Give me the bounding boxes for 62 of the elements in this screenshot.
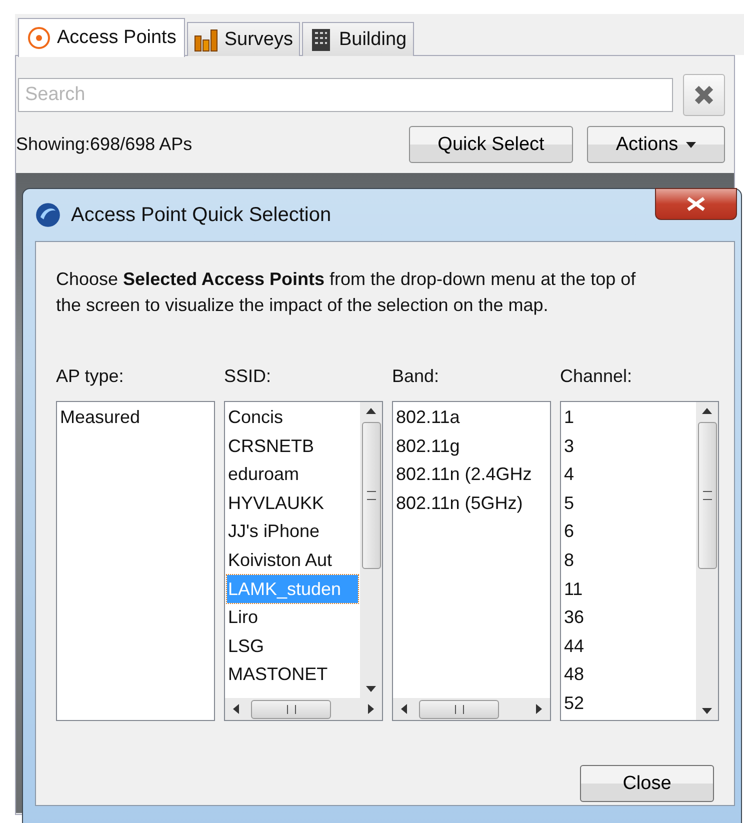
list-label: Channel:	[560, 366, 634, 387]
list-box[interactable]: 802.11a 802.11g 802.11n (2.4GHz 802.11n (5GHz)	[392, 401, 551, 721]
list-item[interactable]: 8	[563, 546, 694, 575]
list-item[interactable]: HYVLAUKK	[227, 488, 358, 518]
close-icon	[687, 197, 705, 211]
tab[interactable]: Building	[302, 22, 414, 56]
list-item[interactable]: JJ's iPhone	[227, 517, 358, 546]
list-box[interactable]: Concis CRSNETB eduroam HYVLAUKK JJ's iPhone Koiviston Aut LAMK_studen Liro LSG MASTONET	[224, 401, 383, 721]
list-label: Band:	[392, 366, 440, 387]
search-field[interactable]: Search	[18, 78, 673, 112]
arrow-up-icon[interactable]	[366, 408, 376, 414]
list-box[interactable]: Measured	[56, 401, 215, 721]
arrow-up-icon[interactable]	[702, 408, 712, 414]
list-item[interactable]: Koiviston Aut	[227, 546, 358, 575]
target-icon	[27, 26, 51, 50]
list-label: SSID:	[224, 366, 272, 387]
list-item[interactable]: 802.11n (5GHz)	[395, 488, 548, 518]
list-item[interactable]: 48	[563, 660, 694, 689]
list-item[interactable]: 4	[563, 460, 694, 489]
list-item[interactable]: Measured	[59, 403, 212, 432]
close-button[interactable]	[655, 188, 737, 220]
list-item[interactable]: 5	[563, 488, 694, 518]
scrollbar[interactable]	[225, 698, 382, 720]
list-item[interactable]: 1	[563, 403, 694, 432]
scrollbar[interactable]	[360, 402, 382, 698]
clear-button[interactable]	[683, 74, 725, 116]
list-item[interactable]: 802.11n (2.4GHz	[395, 460, 548, 489]
scrollbar[interactable]	[696, 402, 718, 720]
list-box[interactable]: 1 3 4 5 6 8 11 36 44 48 52	[560, 401, 719, 721]
arrow-down-icon[interactable]	[702, 708, 712, 714]
caret-icon	[686, 142, 696, 148]
status-text: Showing:698/698 APs	[16, 134, 194, 155]
arrow-left-icon[interactable]	[401, 704, 407, 714]
arrow-left-icon[interactable]	[233, 704, 239, 714]
list-item[interactable]: LSG	[227, 632, 358, 660]
list-item[interactable]: 44	[563, 632, 694, 660]
window-title: Access Point Quick Selection	[71, 204, 332, 226]
tab[interactable]: Access Points	[18, 18, 186, 57]
list-item[interactable]: 802.11g	[395, 432, 548, 460]
close-button[interactable]: Close	[580, 765, 714, 802]
menu-button[interactable]: Actions	[587, 126, 725, 163]
list-item[interactable]: Liro	[227, 603, 358, 632]
list-label: AP type:	[56, 366, 125, 387]
scrollbar[interactable]	[393, 698, 550, 720]
list-item[interactable]: eduroam	[227, 460, 358, 489]
arrow-down-icon[interactable]	[366, 686, 376, 692]
list-item[interactable]: 36	[563, 603, 694, 632]
toolbar-button[interactable]: Quick Select	[409, 126, 573, 163]
bar-chart-icon	[194, 28, 218, 52]
instruction-text: Choose Selected Access Points from the drop-down menu at the top of the screen to visualize the impact of the selection on the map.	[56, 268, 637, 317]
list-item[interactable]: 6	[563, 517, 694, 546]
list-item[interactable]: 802.11a	[395, 403, 548, 432]
list-item[interactable]: 11	[563, 574, 694, 604]
tab[interactable]: Surveys	[187, 22, 300, 56]
list-item[interactable]: Concis	[227, 403, 358, 432]
list-item[interactable]: CRSNETB	[227, 432, 358, 460]
globe-icon	[35, 202, 61, 228]
list-item[interactable]: 3	[563, 432, 694, 460]
list-item[interactable]: MASTONET	[227, 660, 358, 689]
arrow-right-icon[interactable]	[536, 704, 542, 714]
arrow-right-icon[interactable]	[368, 704, 374, 714]
list-item[interactable]: 52	[563, 688, 694, 718]
